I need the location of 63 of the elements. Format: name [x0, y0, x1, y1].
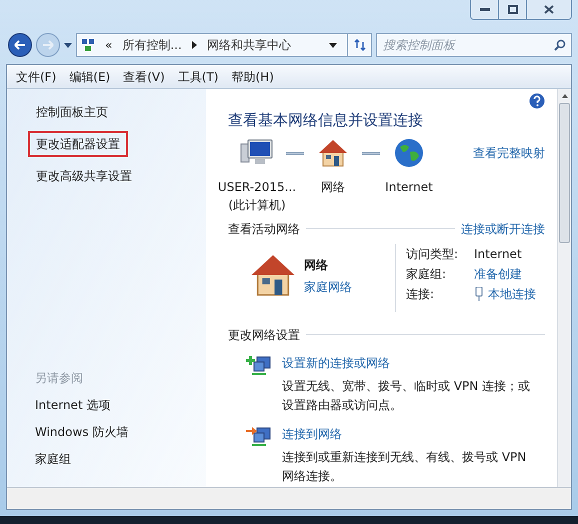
task-link[interactable]: 连接到网络 [282, 424, 342, 442]
see-also-heading: 另请参阅 [35, 370, 84, 387]
menu-item[interactable]: 文件(F) [16, 68, 56, 86]
close-button[interactable] [527, 0, 571, 19]
globe-icon [394, 138, 424, 168]
scroll-thumb[interactable] [559, 103, 570, 243]
node-label: USER-2015... [218, 178, 296, 196]
new-connection-icon [246, 354, 272, 378]
minimize-icon [480, 8, 490, 12]
detail-label: 家庭组: [406, 266, 448, 282]
detail-label: 访问类型: [406, 246, 460, 262]
search-field[interactable]: 搜索控制面板 [376, 33, 572, 57]
sidebar-link[interactable]: 更改适配器设置 [28, 131, 128, 157]
network-name: 网络 [304, 256, 329, 274]
history-caret-icon [64, 42, 72, 48]
maximize-button[interactable] [499, 0, 527, 19]
breadcrumb[interactable]: 所有控制... [122, 36, 182, 54]
back-button[interactable] [8, 33, 32, 57]
detail-value: Internet [474, 246, 522, 262]
node-label: 网络 [321, 178, 345, 196]
detail-label: 连接: [406, 286, 436, 302]
help-icon[interactable] [529, 93, 545, 109]
section-heading: 更改网络设置 [228, 326, 300, 344]
menu-item[interactable]: 查看(V) [123, 68, 165, 86]
close-icon [544, 5, 554, 14]
task-link[interactable]: 设置新的连接或网络 [282, 354, 390, 372]
sidebar-link[interactable]: Windows 防火墙 [35, 423, 206, 441]
network-cable-icon [474, 286, 484, 300]
network-center-icon [81, 38, 95, 52]
node-label: Internet [385, 178, 433, 196]
connect-link[interactable]: 连接或断开连接 [461, 220, 545, 238]
breadcrumb-arrow-icon [192, 41, 197, 49]
section-heading: 查看活动网络 [228, 220, 300, 238]
menu-item[interactable]: 编辑(E) [69, 68, 110, 86]
sidebar-link[interactable]: 家庭组 [35, 450, 206, 468]
address-bar[interactable]: « 所有控制... 网络和共享中心 [76, 33, 372, 57]
minimize-button[interactable] [471, 0, 499, 19]
dropdown-caret-icon [329, 42, 337, 48]
maximize-icon [508, 5, 518, 14]
house-icon [317, 138, 349, 168]
view-map-link[interactable]: 查看完整映射 [473, 144, 545, 214]
menu-item[interactable]: 帮助(H) [232, 68, 274, 86]
detail-link[interactable]: 准备创建 [474, 264, 522, 282]
sidebar-link[interactable]: 控制面板主页 [28, 99, 116, 125]
refresh-arrows-icon [354, 39, 366, 51]
page-title: 查看基本网络信息并设置连接 [228, 110, 424, 131]
sidebar-link[interactable]: Internet 选项 [35, 396, 206, 414]
menu-item[interactable]: 工具(T) [178, 68, 218, 86]
scrollbar[interactable] [557, 89, 571, 487]
task-description: 设置无线、宽带、拨号、临时或 VPN 连接；或设置路由器或访问点。 [282, 378, 532, 414]
sidebar-link[interactable]: 更改高级共享设置 [28, 163, 140, 189]
connection-line [362, 152, 380, 154]
connection-link[interactable]: 本地连接 [488, 284, 536, 302]
search-icon [554, 39, 566, 51]
forward-arrow-icon [42, 40, 54, 50]
task-description: 连接到或重新连接到无线、有线、拨号或 VPN 网络连接。 [282, 448, 528, 484]
breadcrumb[interactable]: 网络和共享中心 [206, 36, 291, 54]
network-type-link[interactable]: 家庭网络 [304, 278, 352, 296]
node-sublabel: (此计算机) [228, 196, 286, 214]
connect-network-icon [246, 424, 272, 448]
overflow-mark[interactable]: « [105, 36, 112, 54]
connection-line [286, 152, 304, 154]
back-arrow-icon [14, 40, 26, 50]
